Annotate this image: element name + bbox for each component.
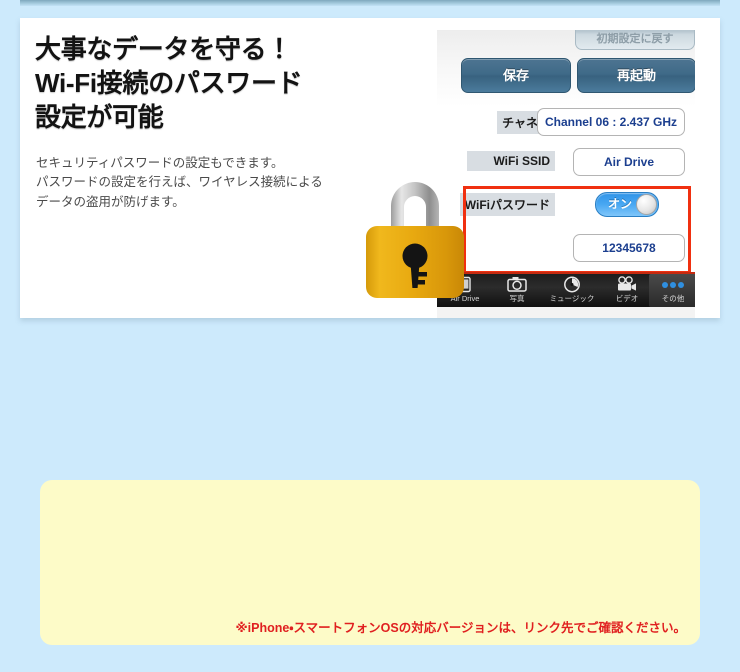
- ssid-label: WiFi SSID: [467, 151, 555, 171]
- ssid-value[interactable]: Air Drive: [573, 148, 685, 176]
- setting-row-wifi-password: WiFiパスワード オン: [437, 190, 695, 222]
- feature-card: 大事なデータを守る！ Wi-Fi接続のパスワード 設定が可能 セキュリティパスワ…: [20, 18, 720, 318]
- device-settings-screen: 初期設定に戻す 保存 再起動 チャネル Channel 06 : 2.437 G…: [437, 30, 695, 286]
- tab-more[interactable]: その他: [649, 274, 695, 307]
- device-tabbar: Air Drive 写真 ミュージック ビデオ その他: [437, 272, 695, 307]
- device-screenshot-panel: 初期設定に戻す 保存 再起動 チャネル Channel 06 : 2.437 G…: [437, 30, 695, 318]
- headline-line-1: 大事なデータを守る！: [35, 34, 293, 64]
- top-cut-strip: [20, 0, 720, 6]
- tab-photos-label: 写真: [509, 294, 525, 303]
- headline-line-2: Wi-Fi接続のパスワード: [35, 67, 303, 98]
- music-icon: [543, 274, 601, 294]
- tab-video-label: ビデオ: [615, 294, 639, 303]
- toggle-knob[interactable]: [636, 194, 657, 215]
- tab-music-label: ミュージック: [549, 294, 595, 303]
- headline-line-3: 設定が可能: [35, 101, 164, 132]
- more-dots-icon: [649, 274, 695, 294]
- camera-icon: [493, 274, 541, 294]
- action-button-row: 保存 再起動: [437, 58, 695, 93]
- note-text: ※iPhone・スマートフォンOSの対応バージョンは、リンク先でご確認ください。: [235, 621, 686, 635]
- wifi-password-label: WiFiパスワード: [459, 193, 555, 216]
- note-box: ※iPhone・スマートフォンOSの対応バージョンは、リンク先でご確認ください。: [40, 480, 700, 645]
- page-title: 大事なデータを守る！ Wi-Fi接続のパスワード 設定が可能: [35, 33, 425, 134]
- setting-row-channel: チャネル Channel 06 : 2.437 GHz: [437, 108, 695, 140]
- setting-row-password-value: 12345678: [437, 234, 695, 266]
- tab-video[interactable]: ビデオ: [603, 274, 651, 307]
- save-button[interactable]: 保存: [461, 58, 571, 93]
- video-camera-icon: [603, 274, 651, 294]
- reset-to-defaults-button[interactable]: 初期設定に戻す: [575, 30, 695, 50]
- setting-row-ssid: WiFi SSID Air Drive: [437, 148, 695, 180]
- wifi-password-value[interactable]: 12345678: [573, 234, 685, 262]
- reboot-button[interactable]: 再起動: [577, 58, 695, 93]
- tab-music[interactable]: ミュージック: [543, 274, 601, 307]
- tab-photos[interactable]: 写真: [493, 274, 541, 307]
- channel-value[interactable]: Channel 06 : 2.437 GHz: [537, 108, 685, 136]
- wifi-password-toggle[interactable]: オン: [595, 192, 659, 217]
- toggle-state-label: オン: [607, 197, 632, 211]
- padlock-icon: [358, 170, 474, 302]
